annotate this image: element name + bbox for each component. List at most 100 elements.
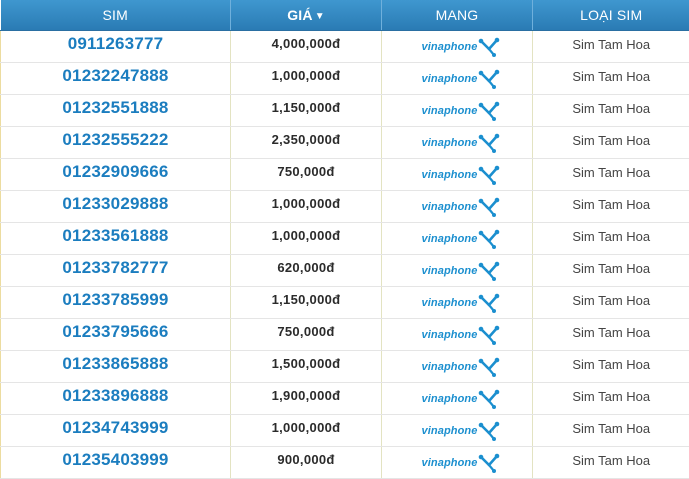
price-value: 4,000,000đ (272, 36, 341, 51)
sim-type: Sim Tam Hoa (572, 101, 650, 116)
sim-cell: 0911263777 (1, 31, 231, 63)
table-row: 01232551888 1,150,000đ vinaphone Sim Tam… (1, 95, 689, 127)
sim-type: Sim Tam Hoa (572, 69, 650, 84)
price-cell: 1,000,000đ (231, 415, 382, 447)
table-row: 01235403999 900,000đ vinaphone Sim Tam H… (1, 447, 689, 479)
type-cell: Sim Tam Hoa (533, 63, 689, 95)
carrier-cell: vinaphone (382, 63, 533, 95)
sim-number-link[interactable]: 01233029888 (62, 194, 168, 214)
carrier-name: vinaphone (422, 457, 478, 469)
carrier-cell: vinaphone (382, 447, 533, 479)
price-value: 1,150,000đ (272, 100, 341, 115)
price-value: 1,000,000đ (272, 420, 341, 435)
sim-number-link[interactable]: 01233865888 (62, 354, 168, 374)
carrier-name: vinaphone (422, 73, 478, 85)
carrier-name: vinaphone (422, 425, 478, 437)
vinaphone-logo-icon (478, 197, 500, 217)
vinaphone-logo-icon (478, 421, 500, 441)
sim-number-link[interactable]: 0911263777 (68, 34, 164, 54)
price-value: 1,000,000đ (272, 228, 341, 243)
sim-cell: 01233896888 (1, 383, 231, 415)
table-row: 01233029888 1,000,000đ vinaphone Sim Tam… (1, 191, 689, 223)
sim-cell: 01235403999 (1, 447, 231, 479)
price-cell: 4,000,000đ (231, 31, 382, 63)
header-price-label: GIÁ (287, 7, 313, 23)
table-row: 01232909666 750,000đ vinaphone Sim Tam H… (1, 159, 689, 191)
carrier-cell: vinaphone (382, 159, 533, 191)
sim-cell: 01232555222 (1, 127, 231, 159)
sim-type: Sim Tam Hoa (572, 165, 650, 180)
sim-type: Sim Tam Hoa (572, 421, 650, 436)
price-cell: 1,000,000đ (231, 63, 382, 95)
table-body: 0911263777 4,000,000đ vinaphone Sim Tam … (1, 31, 689, 479)
sim-number-link[interactable]: 01233782777 (62, 258, 168, 278)
sim-type: Sim Tam Hoa (572, 37, 650, 52)
carrier-name: vinaphone (422, 169, 478, 181)
sim-type: Sim Tam Hoa (572, 229, 650, 244)
sim-type: Sim Tam Hoa (572, 261, 650, 276)
table-row: 01233896888 1,900,000đ vinaphone Sim Tam… (1, 383, 689, 415)
sim-cell: 01232551888 (1, 95, 231, 127)
type-cell: Sim Tam Hoa (533, 351, 689, 383)
header-type: LOẠI SIM (533, 0, 689, 31)
type-cell: Sim Tam Hoa (533, 159, 689, 191)
type-cell: Sim Tam Hoa (533, 95, 689, 127)
price-value: 1,900,000đ (272, 388, 341, 403)
sim-number-link[interactable]: 01232551888 (62, 98, 168, 118)
sim-number-link[interactable]: 01235403999 (62, 450, 168, 470)
price-cell: 1,500,000đ (231, 351, 382, 383)
type-cell: Sim Tam Hoa (533, 255, 689, 287)
sim-cell: 01232909666 (1, 159, 231, 191)
type-cell: Sim Tam Hoa (533, 447, 689, 479)
sim-number-link[interactable]: 01232555222 (62, 130, 168, 150)
header-price[interactable]: GIÁ▼ (231, 0, 382, 31)
carrier-logo: vinaphone (422, 357, 501, 377)
price-value: 1,500,000đ (272, 356, 341, 371)
price-value: 2,350,000đ (272, 132, 341, 147)
type-cell: Sim Tam Hoa (533, 319, 689, 351)
table-row: 0911263777 4,000,000đ vinaphone Sim Tam … (1, 31, 689, 63)
sim-cell: 01233795666 (1, 319, 231, 351)
sim-number-link[interactable]: 01232909666 (62, 162, 168, 182)
sim-number-link[interactable]: 01234743999 (62, 418, 168, 438)
price-value: 1,000,000đ (272, 196, 341, 211)
vinaphone-logo-icon (478, 101, 500, 121)
carrier-name: vinaphone (422, 393, 478, 405)
vinaphone-logo-icon (478, 325, 500, 345)
type-cell: Sim Tam Hoa (533, 31, 689, 63)
chevron-down-icon: ▼ (315, 11, 325, 22)
sim-number-link[interactable]: 01233896888 (62, 386, 168, 406)
sim-number-link[interactable]: 01233795666 (62, 322, 168, 342)
sim-number-link[interactable]: 01233561888 (62, 226, 168, 246)
table-row: 01233782777 620,000đ vinaphone Sim Tam H… (1, 255, 689, 287)
carrier-name: vinaphone (422, 201, 478, 213)
price-cell: 900,000đ (231, 447, 382, 479)
vinaphone-logo-icon (478, 37, 500, 57)
sim-number-link[interactable]: 01233785999 (62, 290, 168, 310)
carrier-name: vinaphone (422, 105, 478, 117)
carrier-logo: vinaphone (422, 293, 501, 313)
price-cell: 1,000,000đ (231, 191, 382, 223)
table-row: 01232555222 2,350,000đ vinaphone Sim Tam… (1, 127, 689, 159)
carrier-logo: vinaphone (422, 453, 501, 473)
vinaphone-logo-icon (478, 453, 500, 473)
header-carrier: MANG (382, 0, 533, 31)
carrier-cell: vinaphone (382, 287, 533, 319)
carrier-logo: vinaphone (422, 421, 501, 441)
sim-type: Sim Tam Hoa (572, 389, 650, 404)
sim-table: SIM GIÁ▼ MANG LOẠI SIM 0911263777 4,000,… (0, 0, 689, 479)
carrier-logo: vinaphone (422, 389, 501, 409)
sim-type: Sim Tam Hoa (572, 293, 650, 308)
carrier-logo: vinaphone (422, 197, 501, 217)
price-cell: 1,900,000đ (231, 383, 382, 415)
sim-type: Sim Tam Hoa (572, 325, 650, 340)
price-value: 1,150,000đ (272, 292, 341, 307)
price-value: 900,000đ (277, 452, 334, 467)
table-row: 01234743999 1,000,000đ vinaphone Sim Tam… (1, 415, 689, 447)
type-cell: Sim Tam Hoa (533, 191, 689, 223)
carrier-name: vinaphone (422, 361, 478, 373)
table-row: 01233865888 1,500,000đ vinaphone Sim Tam… (1, 351, 689, 383)
sim-number-link[interactable]: 01232247888 (62, 66, 168, 86)
type-cell: Sim Tam Hoa (533, 127, 689, 159)
sim-cell: 01233782777 (1, 255, 231, 287)
